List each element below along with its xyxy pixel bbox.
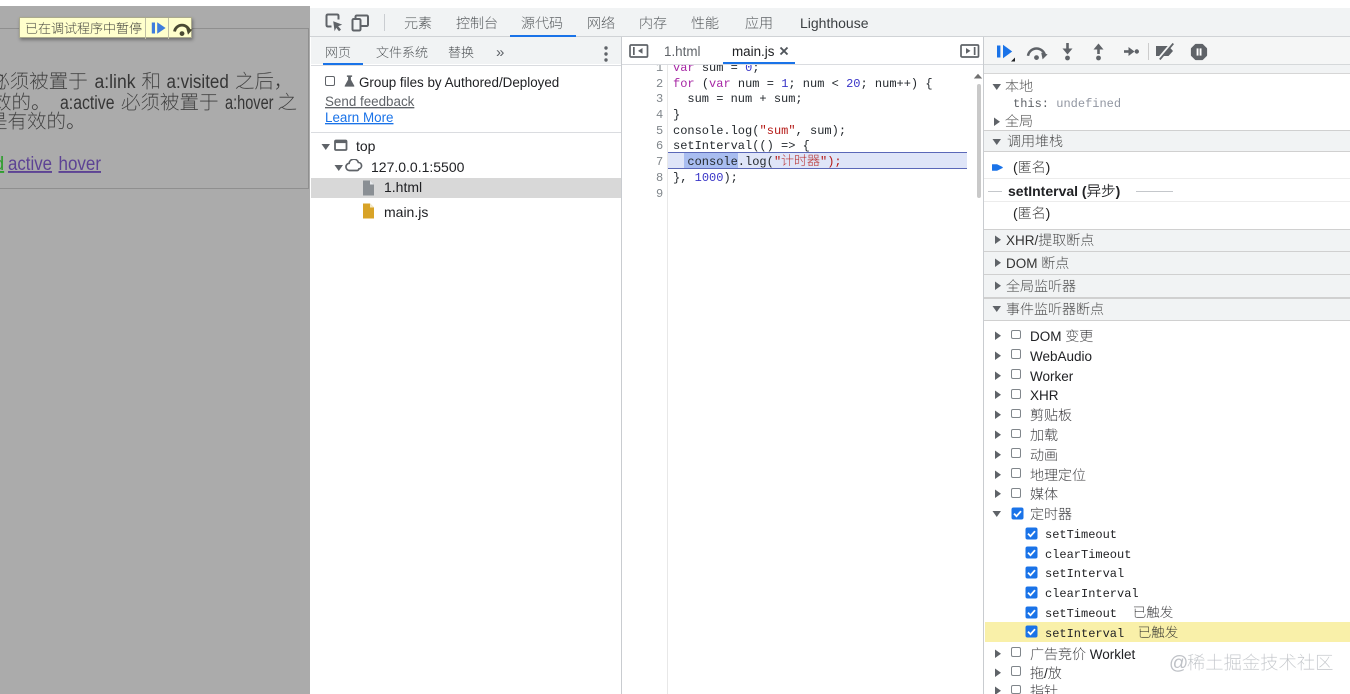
svg-text:@: @ [1169,653,1188,674]
svg-text:main.js: main.js [732,44,775,59]
svg-text:);: ); [723,171,737,185]
svg-text:1.html: 1.html [664,44,700,59]
svg-text:20: 20 [846,77,860,91]
svg-text:9: 9 [656,187,663,201]
svg-text:1000: 1000 [694,171,723,185]
svg-text:(: ( [1013,205,1018,221]
svg-text:hover: hover [58,154,101,175]
svg-text:");: "); [820,155,842,169]
svg-text:): ) [1046,205,1051,221]
svg-text:a:hover: a:hover [225,93,274,114]
svg-text:ed: ed [0,154,4,175]
svg-text:; num++) {: ; num++) { [860,77,932,91]
svg-text:»: » [496,44,504,61]
svg-text:Learn More: Learn More [325,110,393,125]
svg-text:sum = num + sum;: sum = num + sum; [673,92,803,106]
svg-text:(: ( [1078,183,1087,199]
svg-text:main.js: main.js [384,204,428,220]
svg-text:): ) [1116,183,1121,199]
svg-text:active: active [8,154,52,175]
svg-text:},: }, [673,171,695,185]
svg-text:undefined: undefined [1056,97,1121,111]
svg-text:Lighthouse: Lighthouse [800,15,869,31]
svg-text:": " [774,155,781,169]
svg-text:Worklet: Worklet [1086,647,1136,662]
